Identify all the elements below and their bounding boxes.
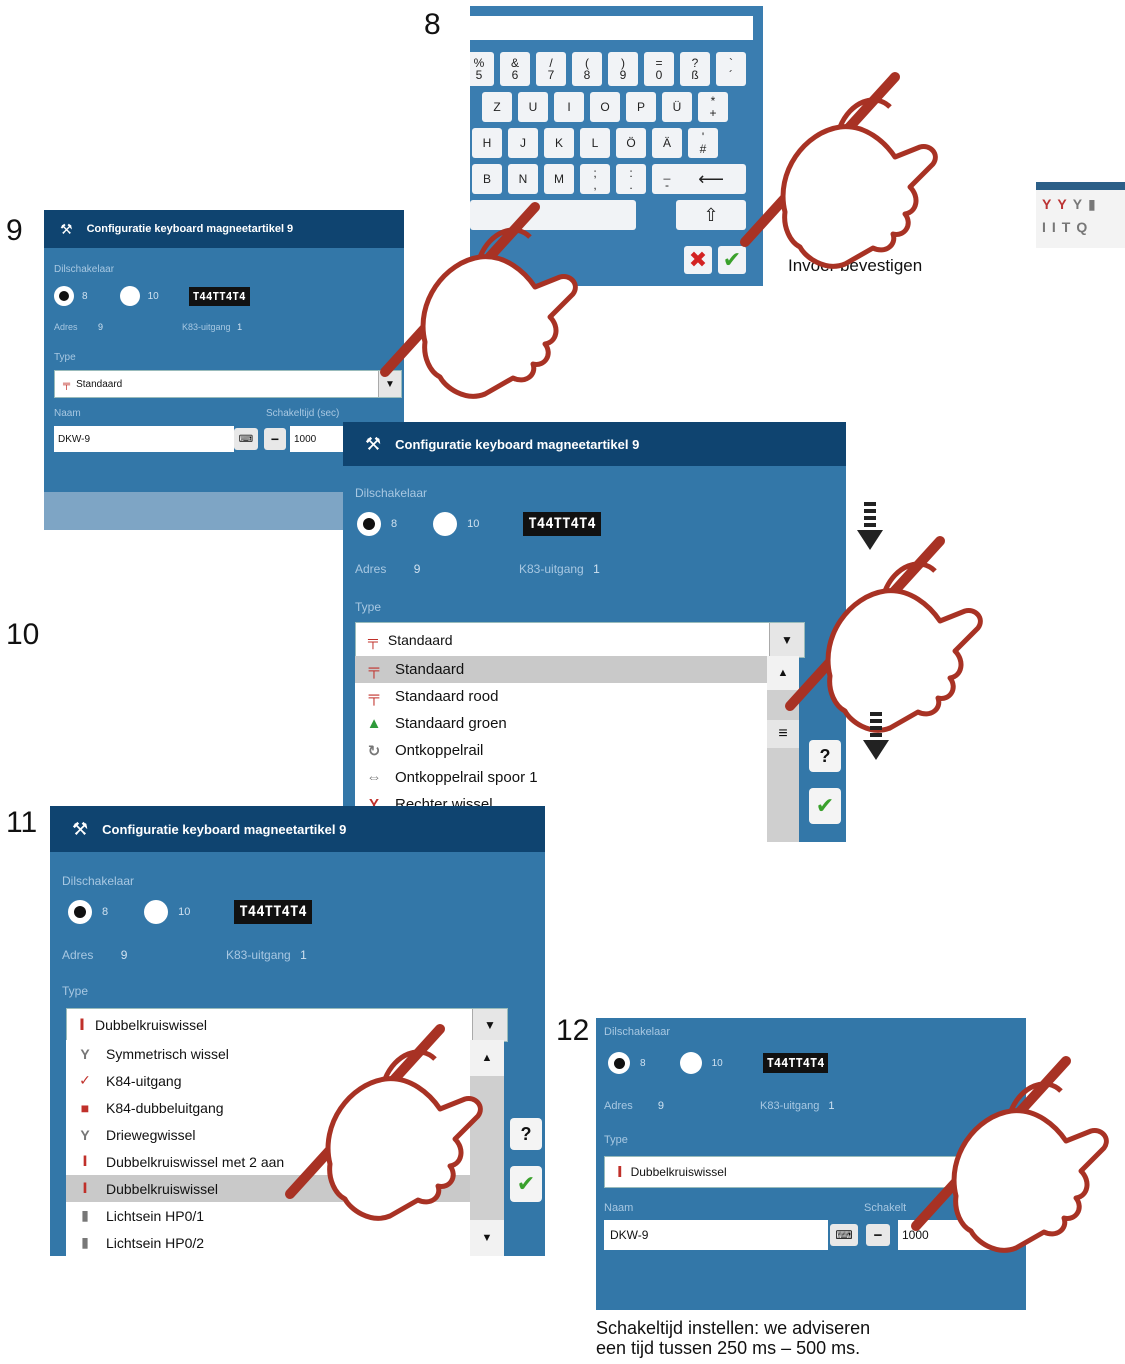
hand-with-stylus-icon [790,541,980,730]
dashed-arrow-down-icon [857,502,883,550]
annotation-overlay [0,0,1125,1364]
hand-with-stylus-icon [290,1029,480,1218]
hand-with-stylus-icon [745,77,935,266]
hand-with-stylus-icon [916,1061,1106,1250]
hand-with-stylus-icon [385,207,575,396]
